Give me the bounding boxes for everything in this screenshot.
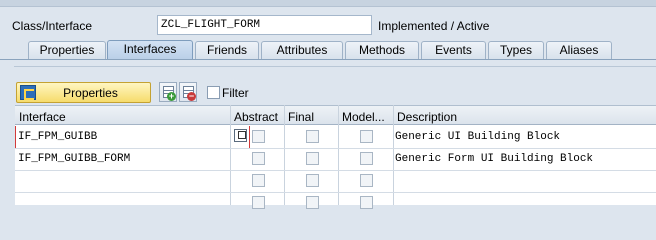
abstract-checkbox[interactable] xyxy=(252,130,265,143)
plus-icon: + xyxy=(167,91,176,101)
final-checkbox[interactable] xyxy=(306,130,319,143)
tab-events[interactable]: Events xyxy=(421,41,486,59)
table-row-description: Generic UI Building Block xyxy=(395,131,561,143)
insert-row-button[interactable]: + xyxy=(159,82,177,102)
tab-friends[interactable]: Friends xyxy=(195,41,259,59)
delete-row-button[interactable]: − xyxy=(179,82,197,102)
interfaces-table: Interface Abstract Final Model... Descri… xyxy=(15,105,656,209)
column-separator xyxy=(393,105,394,205)
tab-interfaces[interactable]: Interfaces xyxy=(107,40,193,60)
column-model[interactable]: Model... xyxy=(342,110,385,124)
row-separator xyxy=(15,192,656,193)
title-band xyxy=(0,0,656,7)
tab-properties[interactable]: Properties xyxy=(28,41,106,59)
tab-aliases[interactable]: Aliases xyxy=(546,41,612,59)
column-abstract[interactable]: Abstract xyxy=(234,110,278,124)
row-separator xyxy=(15,148,656,149)
abstract-checkbox[interactable] xyxy=(252,152,265,165)
tab-strip: Properties Interfaces Friends Attributes… xyxy=(0,40,656,60)
abstract-checkbox[interactable] xyxy=(252,196,265,209)
final-checkbox[interactable] xyxy=(306,196,319,209)
tab-types[interactable]: Types xyxy=(488,41,544,59)
model-checkbox[interactable] xyxy=(360,196,373,209)
row-separator xyxy=(15,170,656,171)
tab-methods[interactable]: Methods xyxy=(345,41,419,59)
filter-checkbox[interactable] xyxy=(207,86,220,99)
column-separator xyxy=(284,105,285,205)
properties-button-label: Properties xyxy=(63,86,118,100)
final-checkbox[interactable] xyxy=(306,174,319,187)
interfaces-panel: Properties + − Filter Interface Abstract… xyxy=(0,60,656,209)
table-row-interface[interactable]: IF_FPM_GUIBB xyxy=(18,131,97,143)
value-help-icon[interactable] xyxy=(234,129,247,142)
properties-button[interactable]: Properties xyxy=(16,82,151,103)
table-row-interface[interactable]: IF_FPM_GUIBB_FORM xyxy=(18,153,130,165)
final-checkbox[interactable] xyxy=(306,152,319,165)
column-separator xyxy=(338,105,339,205)
column-separator xyxy=(230,105,231,205)
abstract-checkbox[interactable] xyxy=(252,174,265,187)
model-checkbox[interactable] xyxy=(360,152,373,165)
panel-divider xyxy=(14,66,656,67)
class-interface-label: Class/Interface xyxy=(12,19,93,33)
column-final[interactable]: Final xyxy=(288,110,314,124)
model-checkbox[interactable] xyxy=(360,174,373,187)
minus-icon: − xyxy=(187,91,196,101)
table-header: Interface Abstract Final Model... Descri… xyxy=(15,105,656,125)
table-row-description: Generic Form UI Building Block xyxy=(395,153,594,165)
column-interface[interactable]: Interface xyxy=(19,110,66,124)
column-description[interactable]: Description xyxy=(397,110,457,124)
filter-label: Filter xyxy=(222,86,249,100)
model-checkbox[interactable] xyxy=(360,130,373,143)
class-interface-field[interactable]: ZCL_FLIGHT_FORM xyxy=(157,15,372,35)
tab-attributes[interactable]: Attributes xyxy=(261,41,343,59)
status-text: Implemented / Active xyxy=(378,19,490,33)
